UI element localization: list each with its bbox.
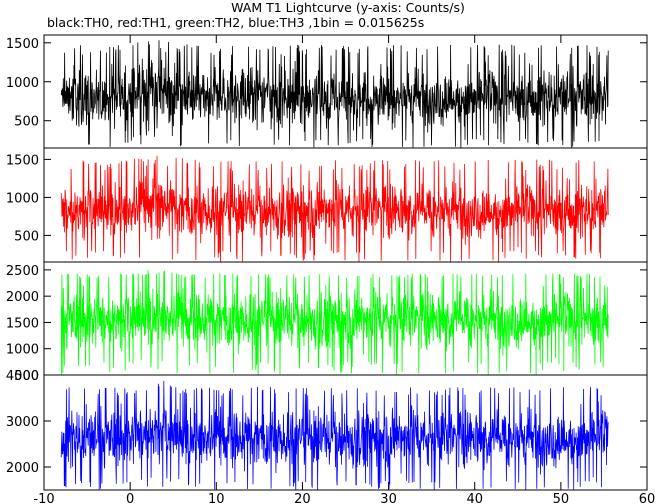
y-tick-label: 500 [14, 229, 39, 244]
series-line-th0 [60, 40, 609, 148]
x-tick-label: 20 [294, 492, 311, 504]
y-tick-label: 3000 [6, 415, 39, 430]
y-tick-label: 4000 [6, 369, 39, 384]
y-tick-label: 1000 [6, 191, 39, 206]
chart-subtitle: black:TH0, red:TH1, green:TH2, blue:TH3 … [47, 15, 424, 30]
y-tick-label: 1000 [6, 76, 39, 91]
series-line-th3 [60, 380, 609, 490]
x-tick-label: 10 [208, 492, 225, 504]
y-tick-label: 500 [14, 115, 39, 130]
series-line-th1 [60, 155, 609, 262]
panel-th1: 500 1000 1500 [6, 147, 648, 263]
x-tick-label: 50 [553, 492, 570, 504]
y-tick-label: 1000 [6, 343, 39, 358]
panel-frame [43, 374, 648, 491]
panels: 5001000150050010001500500100015002000250… [6, 34, 648, 491]
chart-title: WAM T1 Lightcurve (y-axis: Counts/s) [231, 0, 465, 15]
y-tick-label: 1500 [6, 316, 39, 331]
series-line-th2 [60, 269, 609, 375]
x-tick-label: 40 [466, 492, 483, 504]
y-tick-label: 1500 [6, 37, 39, 52]
panel-th0: 500 1000 1500 [6, 34, 648, 149]
y-tick-label: 1500 [6, 153, 39, 168]
x-tick-label: 30 [380, 492, 397, 504]
lightcurve-figure: WAM T1 Lightcurve (y-axis: Counts/s) bla… [6, 0, 656, 504]
panel-th2: 5001000150020002500 [6, 261, 648, 384]
panel-th3: 2000 3000 4000 [6, 369, 648, 491]
y-tick-label: 2500 [6, 264, 39, 279]
x-tick-label: 60 [639, 492, 656, 504]
x-tick-label: -10 [33, 492, 54, 504]
x-tick-label: 0 [126, 492, 134, 504]
y-tick-label: 2000 [6, 290, 39, 305]
y-tick-label: 2000 [6, 461, 39, 476]
